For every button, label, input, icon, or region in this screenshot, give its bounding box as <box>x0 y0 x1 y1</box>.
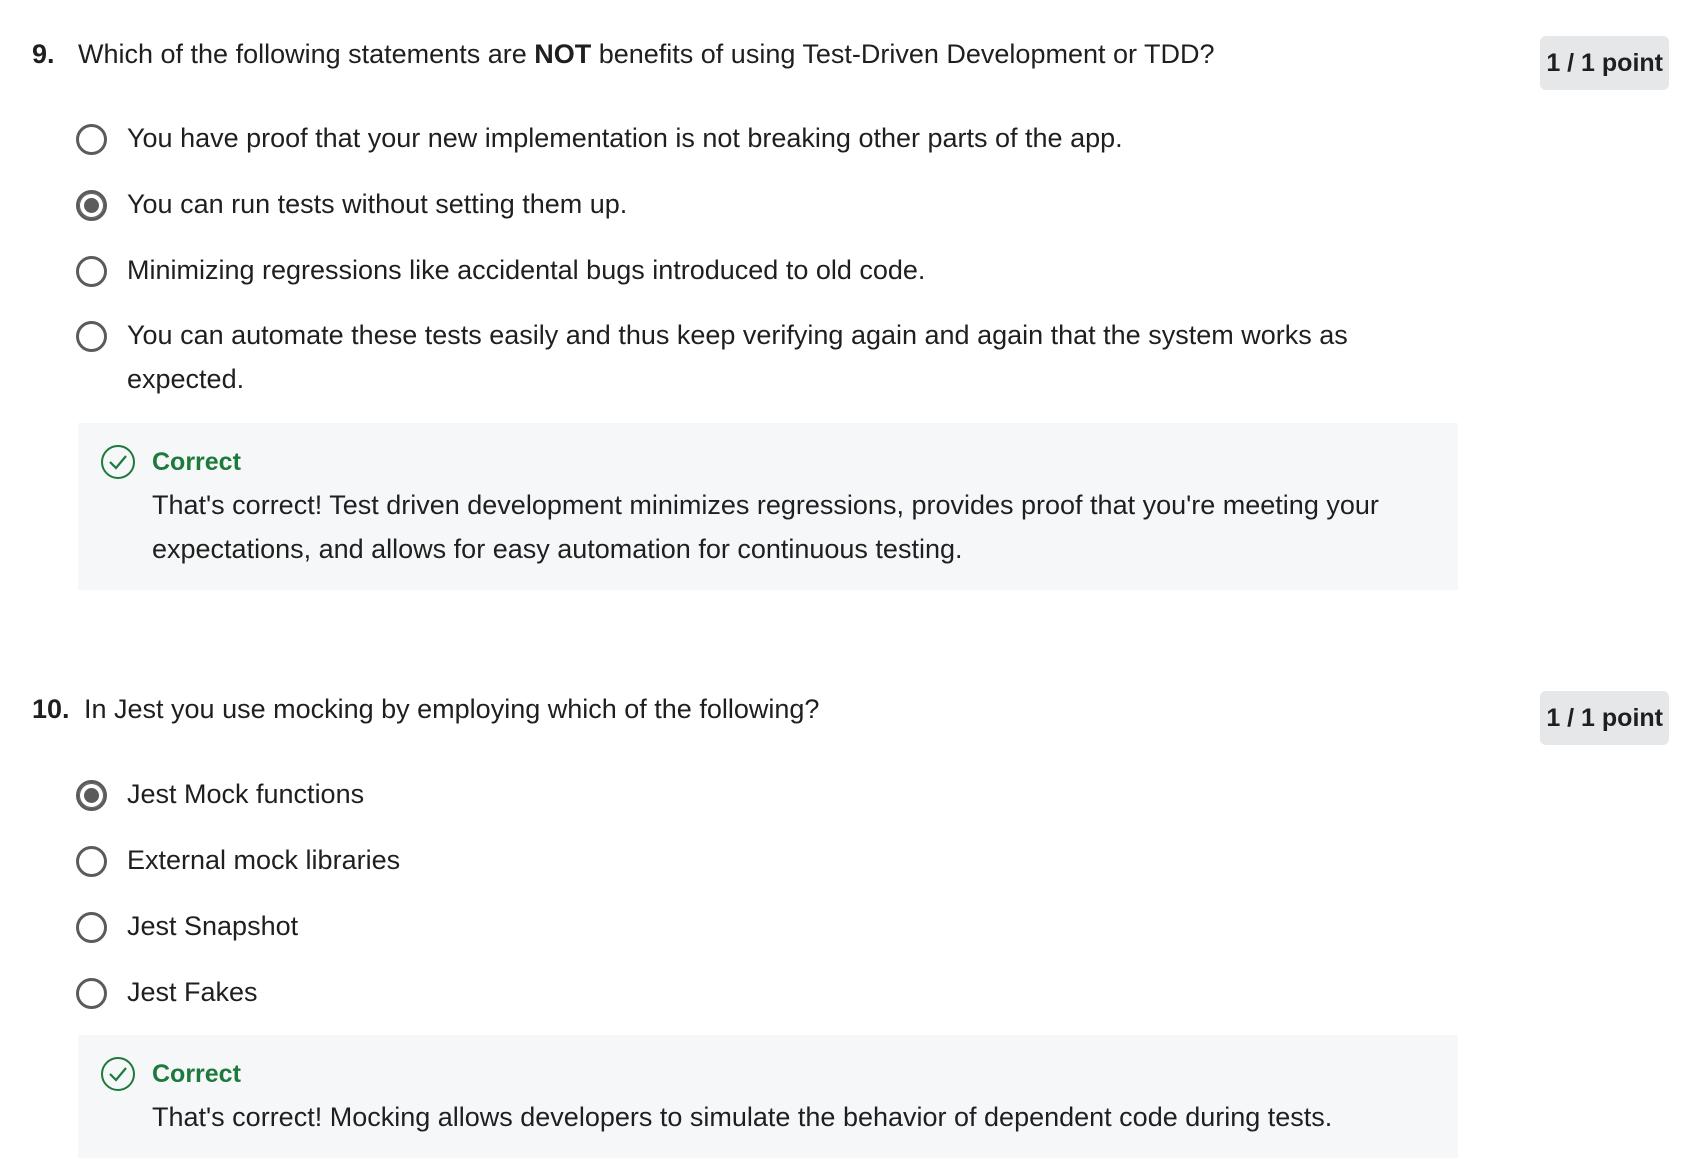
question-number: 9. <box>32 39 55 69</box>
question-10-header: 10. In Jest you use mocking by employing … <box>32 689 819 729</box>
feedback-text: That's correct! Mocking allows developer… <box>152 1102 1333 1132</box>
option-label: You have proof that your new implementat… <box>127 123 1123 153</box>
points-badge: 1 / 1 point <box>1540 691 1669 745</box>
radio-button[interactable] <box>76 124 107 155</box>
option-9-2[interactable]: You can run tests without setting them u… <box>76 186 1417 226</box>
option-label: Jest Snapshot <box>127 911 299 941</box>
option-label: Jest Mock functions <box>127 779 365 809</box>
radio-button[interactable] <box>76 846 107 877</box>
feedback-text: That's correct! Test driven development … <box>152 490 1379 564</box>
points-badge: 1 / 1 point <box>1540 36 1669 90</box>
question-text-part: benefits of using Test-Driven Developmen… <box>591 39 1215 69</box>
feedback-title: Correct <box>152 448 241 476</box>
feedback-panel-10: Correct That's correct! Mocking allows d… <box>78 1035 1458 1158</box>
option-9-4[interactable]: You can automate these tests easily and … <box>76 317 1417 401</box>
option-label: You can automate these tests easily and … <box>127 320 1348 394</box>
question-text-emphasis: NOT <box>534 39 592 69</box>
radio-button[interactable] <box>76 912 107 943</box>
radio-button-selected[interactable] <box>76 780 107 811</box>
option-9-3[interactable]: Minimizing regressions like accidental b… <box>76 252 1417 292</box>
option-10-3[interactable]: Jest Snapshot <box>76 908 1417 948</box>
question-text-part: Which of the following statements are <box>78 39 535 69</box>
question-text: In Jest you use mocking by employing whi… <box>84 694 820 724</box>
check-circle-icon <box>101 445 135 479</box>
question-text: Which of the following statements are NO… <box>78 34 1215 74</box>
option-label: Minimizing regressions like accidental b… <box>127 255 926 285</box>
feedback-panel-9: Correct That's correct! Test driven deve… <box>78 423 1458 590</box>
option-label: External mock libraries <box>127 845 401 875</box>
option-10-1[interactable]: Jest Mock functions <box>76 776 1417 816</box>
feedback-title: Correct <box>152 1060 241 1088</box>
option-9-1[interactable]: You have proof that your new implementat… <box>76 120 1417 160</box>
option-10-2[interactable]: External mock libraries <box>76 842 1417 882</box>
option-10-4[interactable]: Jest Fakes <box>76 974 1417 1014</box>
radio-button-selected[interactable] <box>76 190 107 221</box>
radio-button[interactable] <box>76 978 107 1009</box>
question-number: 10. <box>32 694 70 724</box>
radio-button[interactable] <box>76 321 107 352</box>
question-9-header: 9. Which of the following statements are … <box>32 34 1215 74</box>
option-label: You can run tests without setting them u… <box>127 189 628 219</box>
radio-button[interactable] <box>76 256 107 287</box>
check-circle-icon <box>101 1057 135 1091</box>
option-label: Jest Fakes <box>127 977 258 1007</box>
